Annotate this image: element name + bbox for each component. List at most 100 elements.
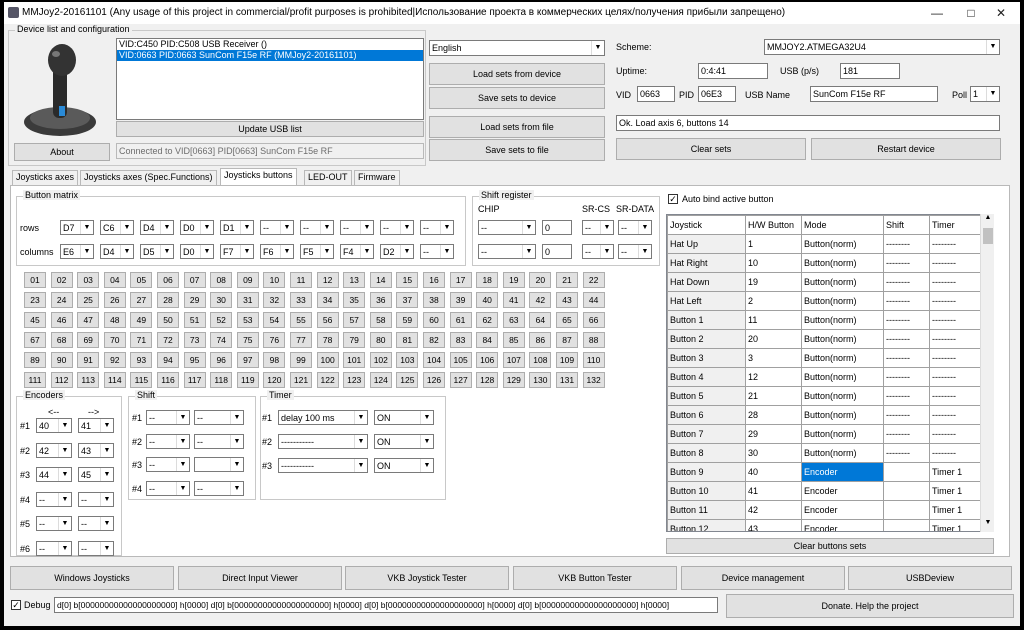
grid-cell-mode[interactable]: Button(norm) bbox=[801, 253, 884, 273]
button-number-12[interactable]: 12 bbox=[316, 272, 339, 288]
grid-cell-mode[interactable]: Button(norm) bbox=[801, 272, 884, 292]
grid-cell-timer[interactable]: -------- bbox=[929, 329, 982, 349]
grid-cell-timer[interactable]: -------- bbox=[929, 443, 982, 463]
table-row[interactable]: Hat Left 2 Button(norm) -------- -------- bbox=[667, 291, 982, 311]
matrix-column-select[interactable]: F6 ▼ bbox=[260, 244, 294, 259]
button-number-96[interactable]: 96 bbox=[210, 352, 233, 368]
button-number-13[interactable]: 13 bbox=[343, 272, 366, 288]
sr-data-select[interactable]: -- ▼ bbox=[618, 244, 652, 259]
tab-joysticks-axes-spec[interactable]: Joysticks axes (Spec.Functions) bbox=[80, 170, 217, 185]
matrix-row-select[interactable]: C6 ▼ bbox=[100, 220, 134, 235]
grid-cell-hw-button[interactable]: 41 bbox=[745, 481, 802, 501]
button-number-25[interactable]: 25 bbox=[77, 292, 100, 308]
button-number-36[interactable]: 36 bbox=[369, 292, 392, 308]
grid-cell-shift[interactable]: -------- bbox=[883, 424, 930, 444]
encoder-left-select[interactable]: 44 ▼ bbox=[36, 467, 72, 482]
button-number-72[interactable]: 72 bbox=[157, 332, 179, 348]
button-number-23[interactable]: 23 bbox=[24, 292, 46, 308]
grid-cell-shift[interactable]: -------- bbox=[883, 386, 930, 406]
timer-delay-select[interactable]: delay 100 ms ▼ bbox=[278, 410, 368, 425]
poll-select[interactable]: 1 ▼ bbox=[970, 86, 1000, 102]
button-number-111[interactable]: 111 bbox=[24, 372, 46, 388]
shift-b-select[interactable]: -- ▼ bbox=[194, 410, 244, 425]
button-number-114[interactable]: 114 bbox=[103, 372, 126, 388]
button-number-44[interactable]: 44 bbox=[582, 292, 605, 308]
device-list-item-selected[interactable]: VID:0663 PID:0663 SunCom F15e RF (MMJoy2… bbox=[117, 50, 423, 61]
matrix-column-select[interactable]: D0 ▼ bbox=[180, 244, 214, 259]
button-number-38[interactable]: 38 bbox=[423, 292, 445, 308]
button-number-131[interactable]: 131 bbox=[556, 372, 578, 388]
donate-button[interactable]: Donate. Help the project bbox=[726, 594, 1014, 618]
maximize-icon[interactable]: □ bbox=[956, 4, 986, 22]
button-number-24[interactable]: 24 bbox=[50, 292, 73, 308]
button-number-90[interactable]: 90 bbox=[50, 352, 73, 368]
button-number-69[interactable]: 69 bbox=[77, 332, 100, 348]
button-number-02[interactable]: 02 bbox=[50, 272, 73, 288]
vkb-button-tester-button[interactable]: VKB Button Tester bbox=[513, 566, 677, 590]
button-number-27[interactable]: 27 bbox=[130, 292, 153, 308]
grid-cell-joystick[interactable]: Button 3 bbox=[667, 348, 746, 368]
button-number-78[interactable]: 78 bbox=[316, 332, 339, 348]
matrix-column-select[interactable]: D4 ▼ bbox=[100, 244, 134, 259]
button-number-107[interactable]: 107 bbox=[502, 352, 525, 368]
button-number-39[interactable]: 39 bbox=[449, 292, 472, 308]
button-number-65[interactable]: 65 bbox=[556, 312, 578, 328]
button-number-57[interactable]: 57 bbox=[343, 312, 366, 328]
grid-header-timer[interactable]: Timer bbox=[929, 215, 982, 235]
encoder-right-select[interactable]: -- ▼ bbox=[78, 491, 114, 507]
button-number-101[interactable]: 101 bbox=[343, 352, 366, 368]
grid-cell-joystick[interactable]: Button 1 bbox=[667, 310, 746, 330]
vkb-joystick-tester-button[interactable]: VKB Joystick Tester bbox=[345, 566, 509, 590]
button-number-132[interactable]: 132 bbox=[582, 372, 605, 388]
tab-joysticks-buttons[interactable]: Joysticks buttons bbox=[220, 168, 297, 186]
shift-b-select[interactable]: -- ▼ bbox=[194, 480, 244, 496]
grid-cell-mode[interactable]: Button(norm) bbox=[801, 443, 884, 463]
shift-a-select[interactable]: -- ▼ bbox=[146, 433, 190, 449]
grid-cell-shift[interactable]: -------- bbox=[883, 291, 930, 311]
grid-cell-hw-button[interactable]: 21 bbox=[745, 386, 802, 406]
grid-header-hw-button[interactable]: H/W Button bbox=[745, 215, 802, 235]
button-number-20[interactable]: 20 bbox=[529, 272, 552, 288]
button-number-43[interactable]: 43 bbox=[556, 292, 578, 308]
matrix-row-select[interactable]: D1 ▼ bbox=[220, 220, 254, 235]
table-row[interactable]: Button 1 11 Button(norm) -------- -------- bbox=[667, 310, 982, 330]
button-number-49[interactable]: 49 bbox=[130, 312, 153, 328]
matrix-column-select[interactable]: F7 ▼ bbox=[220, 244, 254, 259]
button-number-86[interactable]: 86 bbox=[529, 332, 552, 348]
about-button[interactable]: About bbox=[14, 143, 110, 161]
encoder-left-select[interactable]: 40 ▼ bbox=[36, 418, 72, 433]
save-sets-to-device-button[interactable]: Save sets to device bbox=[429, 87, 605, 109]
clear-buttons-sets-button[interactable]: Clear buttons sets bbox=[666, 538, 994, 554]
button-number-71[interactable]: 71 bbox=[130, 332, 153, 348]
encoder-right-select[interactable]: 41 ▼ bbox=[78, 418, 114, 433]
button-number-106[interactable]: 106 bbox=[476, 352, 499, 368]
button-number-18[interactable]: 18 bbox=[476, 272, 499, 288]
grid-cell-timer[interactable]: Timer 1 bbox=[929, 481, 982, 501]
button-number-70[interactable]: 70 bbox=[103, 332, 126, 348]
button-number-80[interactable]: 80 bbox=[369, 332, 392, 348]
button-number-92[interactable]: 92 bbox=[103, 352, 126, 368]
button-number-82[interactable]: 82 bbox=[423, 332, 445, 348]
grid-cell-timer[interactable]: -------- bbox=[929, 405, 982, 425]
grid-cell-shift[interactable]: -------- bbox=[883, 253, 930, 273]
table-row[interactable]: Hat Up 1 Button(norm) -------- -------- bbox=[667, 234, 982, 254]
button-number-58[interactable]: 58 bbox=[369, 312, 392, 328]
button-number-09[interactable]: 09 bbox=[236, 272, 259, 288]
button-number-125[interactable]: 125 bbox=[396, 372, 419, 388]
button-number-42[interactable]: 42 bbox=[529, 292, 552, 308]
tab-joysticks-axes[interactable]: Joysticks axes bbox=[12, 170, 79, 185]
grid-cell-mode[interactable]: Button(norm) bbox=[801, 424, 884, 444]
button-number-103[interactable]: 103 bbox=[396, 352, 419, 368]
button-number-68[interactable]: 68 bbox=[50, 332, 73, 348]
button-number-06[interactable]: 06 bbox=[157, 272, 179, 288]
encoder-right-select[interactable]: 43 ▼ bbox=[78, 442, 114, 458]
button-number-30[interactable]: 30 bbox=[210, 292, 233, 308]
button-number-87[interactable]: 87 bbox=[556, 332, 578, 348]
button-number-15[interactable]: 15 bbox=[396, 272, 419, 288]
button-number-79[interactable]: 79 bbox=[343, 332, 366, 348]
button-number-83[interactable]: 83 bbox=[449, 332, 472, 348]
button-number-51[interactable]: 51 bbox=[183, 312, 206, 328]
button-number-113[interactable]: 113 bbox=[77, 372, 100, 388]
grid-cell-mode[interactable]: Encoder bbox=[801, 500, 884, 520]
language-select[interactable]: English ▼ bbox=[429, 40, 605, 56]
